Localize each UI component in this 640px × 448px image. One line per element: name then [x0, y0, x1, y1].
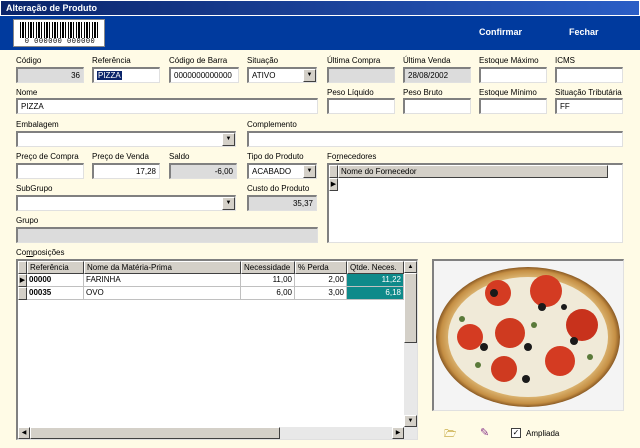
complemento-field[interactable] — [247, 131, 623, 147]
table-cell-ref[interactable]: 00035 — [27, 287, 84, 300]
pizza-image — [436, 267, 620, 407]
codigo-barra-field[interactable]: 0000000000000 — [169, 67, 239, 83]
column-header-perda[interactable]: % Perda — [295, 261, 347, 274]
grupo-label: Grupo — [16, 216, 39, 225]
estoque-minimo-label: Estoque Mínimo — [479, 88, 537, 97]
peso-bruto-field[interactable] — [403, 98, 471, 114]
window-titlebar: Alteração de Produto — [0, 0, 640, 16]
codigo-label: Código — [16, 56, 42, 65]
chevron-down-icon[interactable]: ▼ — [222, 197, 235, 210]
nome-label: Nome — [16, 88, 38, 97]
tipo-produto-label: Tipo do Produto — [247, 152, 304, 161]
grid-corner — [329, 165, 338, 178]
icms-label: ICMS — [555, 56, 575, 65]
preco-venda-label: Preço de Venda — [92, 152, 149, 161]
referencia-field[interactable]: PIZZA — [92, 67, 160, 83]
nome-field[interactable]: PIZZA — [16, 98, 318, 114]
referencia-label: Referência — [92, 56, 131, 65]
ultima-venda-field[interactable]: 28/08/2002 — [403, 67, 471, 83]
saldo-label: Saldo — [169, 152, 190, 161]
clear-image-icon[interactable]: ✎ — [480, 426, 489, 439]
peso-liquido-label: Peso Líquido — [327, 88, 374, 97]
column-header-necessidade[interactable]: Necessidade — [241, 261, 295, 274]
peso-bruto-label: Peso Bruto — [403, 88, 443, 97]
situacao-tributaria-label: Situação Tributária — [555, 88, 622, 97]
row-indicator-icon: ▶ — [18, 274, 27, 287]
chevron-down-icon[interactable]: ▼ — [303, 165, 316, 178]
peso-liquido-field[interactable] — [327, 98, 395, 114]
table-cell-ref[interactable]: 00000 — [27, 274, 84, 287]
barcode-bars — [20, 22, 100, 38]
scroll-thumb-h[interactable] — [30, 427, 280, 439]
column-header-fornecedor[interactable]: Nome do Fornecedor — [338, 165, 608, 178]
chevron-down-icon[interactable]: ▼ — [303, 69, 316, 82]
vertical-scrollbar[interactable]: ▲ ▼ — [404, 261, 417, 427]
horizontal-scrollbar[interactable]: ◀ ▶ — [18, 427, 417, 439]
complemento-label: Complemento — [247, 120, 297, 129]
ultima-venda-label: Última Venda — [403, 56, 451, 65]
chevron-down-icon[interactable]: ▼ — [222, 133, 235, 146]
confirm-button[interactable]: Confirmar — [479, 27, 522, 37]
column-header-referencia[interactable]: Referência — [27, 261, 84, 274]
situacao-select[interactable]: ATIVO ▼ — [247, 67, 317, 83]
referencia-value: PIZZA — [97, 71, 122, 80]
table-cell-nome[interactable]: OVO — [84, 287, 241, 300]
situacao-value: ATIVO — [252, 71, 276, 80]
open-folder-icon[interactable]: 🗁 — [444, 427, 456, 444]
table-cell-perda[interactable]: 2,00 — [295, 274, 347, 287]
preco-compra-label: Preço de Compra — [16, 152, 79, 161]
ultima-compra-label: Última Compra — [327, 56, 381, 65]
header-banner: 0 000000 000000 Confirmar Fechar — [0, 16, 640, 50]
scroll-down-icon[interactable]: ▼ — [404, 415, 417, 427]
fornecedores-label: Fornecedores — [327, 152, 377, 161]
saldo-field[interactable]: -6,00 — [169, 163, 237, 179]
row-indicator-icon: ▶ — [329, 178, 338, 191]
composicoes-label: Composições — [16, 248, 65, 257]
codigo-field[interactable]: 36 — [16, 67, 84, 83]
column-header-qtde[interactable]: Qtde. Neces. — [347, 261, 404, 274]
situacao-label: Situação — [247, 56, 279, 65]
scroll-up-icon[interactable]: ▲ — [404, 261, 417, 273]
table-cell-necessidade[interactable]: 11,00 — [241, 274, 295, 287]
table-cell-perda[interactable]: 3,00 — [295, 287, 347, 300]
custo-produto-label: Custo do Produto — [247, 184, 310, 193]
codigo-barra-label: Código de Barra — [169, 56, 228, 65]
custo-produto-field[interactable]: 35,37 — [247, 195, 317, 211]
composicoes-grid[interactable]: Referência Nome da Matéria-Prima Necessi… — [16, 259, 418, 440]
column-header-materia-prima[interactable]: Nome da Matéria-Prima — [84, 261, 241, 274]
grupo-field[interactable] — [16, 227, 318, 243]
scroll-left-icon[interactable]: ◀ — [18, 427, 30, 439]
product-image-frame — [432, 259, 624, 411]
row-indicator — [18, 287, 27, 300]
subgrupo-select[interactable]: ▼ — [16, 195, 236, 211]
grid-corner — [18, 261, 27, 274]
tipo-produto-select[interactable]: ACABADO ▼ — [247, 163, 317, 179]
situacao-tributaria-field[interactable]: FF — [555, 98, 623, 114]
preco-venda-field[interactable]: 17,28 — [92, 163, 160, 179]
estoque-maximo-field[interactable] — [479, 67, 547, 83]
table-cell-qtde[interactable]: 11,22 — [347, 274, 404, 287]
ultima-compra-field[interactable] — [327, 67, 395, 83]
ampliada-label: Ampliada — [526, 429, 560, 438]
window-title: Alteração de Produto — [6, 3, 98, 13]
fornecedores-grid[interactable]: Nome do Fornecedor ▶ — [327, 163, 623, 243]
ampliada-checkbox[interactable]: ✓ — [511, 428, 521, 438]
tipo-produto-value: ACABADO — [252, 167, 292, 176]
barcode-number: 0 000000 000000 — [24, 38, 96, 46]
scroll-thumb[interactable] — [404, 273, 417, 343]
icms-field[interactable] — [555, 67, 623, 83]
estoque-minimo-field[interactable] — [479, 98, 547, 114]
embalagem-label: Embalagem — [16, 120, 59, 129]
scroll-right-icon[interactable]: ▶ — [392, 427, 404, 439]
subgrupo-label: SubGrupo — [16, 184, 53, 193]
table-cell-qtde[interactable]: 6,18 — [347, 287, 404, 300]
close-button[interactable]: Fechar — [569, 27, 599, 37]
embalagem-select[interactable]: ▼ — [16, 131, 236, 147]
table-cell-necessidade[interactable]: 6,00 — [241, 287, 295, 300]
estoque-maximo-label: Estoque Máximo — [479, 56, 539, 65]
preco-compra-field[interactable] — [16, 163, 84, 179]
table-cell-nome[interactable]: FARINHA — [84, 274, 241, 287]
barcode-image: 0 000000 000000 — [13, 19, 105, 47]
